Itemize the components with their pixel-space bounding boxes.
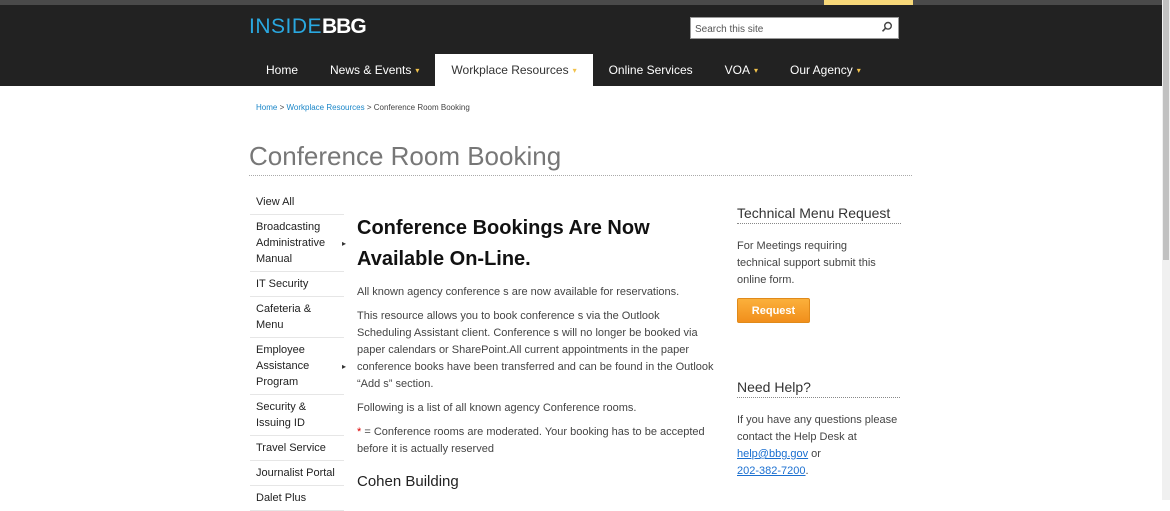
nav-item-online-services[interactable]: Online Services: [593, 54, 709, 86]
content-heading: Conference Bookings Are Now Available On…: [357, 217, 650, 270]
sidebar-item-label: Cafeteria & Menu: [256, 303, 312, 331]
header-top-strip: [0, 0, 1162, 5]
content-paragraph: This resource allows you to book confere…: [357, 310, 714, 390]
request-button[interactable]: Request: [737, 298, 810, 323]
moderation-text: = Conference rooms are moderated. Your b…: [357, 426, 705, 455]
chevron-right-icon: ▸: [341, 239, 346, 248]
nav-label: Workplace Resources: [451, 63, 569, 77]
sidebar-item-label: Dalet Plus: [256, 492, 307, 504]
breadcrumb-separator: >: [279, 103, 285, 112]
sidebar-item-security-id[interactable]: Security & Issuing ID: [250, 395, 344, 436]
sidebar-item-label: Employee Assistance Program: [256, 344, 310, 388]
nav-label: Our Agency: [790, 63, 853, 77]
search-input[interactable]: [693, 20, 877, 38]
nav-label: News & Events: [330, 63, 412, 77]
sidebar-item-label: Broadcasting Administrative Manual: [256, 221, 326, 265]
sidebar-item-cafeteria[interactable]: Cafeteria & Menu: [250, 297, 344, 338]
logo-inside-text: INSIDE: [249, 15, 323, 38]
sidebar-item-broadcasting-manual[interactable]: Broadcasting Administrative Manual ▸: [250, 215, 346, 272]
search-icon[interactable]: [881, 21, 893, 33]
help-phone-link[interactable]: 202-382-7200: [737, 465, 806, 477]
title-divider: [249, 175, 912, 176]
content-paragraph: Following is a list of all known agency …: [357, 402, 637, 414]
help-text: If you have any questions please contact…: [737, 412, 905, 480]
nav-item-home[interactable]: Home: [250, 54, 314, 86]
nav-item-workplace-resources[interactable]: Workplace Resources ▾: [435, 54, 593, 86]
chevron-down-icon: ▾: [856, 66, 861, 75]
sidebar-item-label: Travel Service: [256, 442, 326, 454]
tech-request-text: For Meetings requiring technical support…: [737, 240, 876, 286]
sidebar-item-travel-service[interactable]: Travel Service: [250, 436, 344, 461]
breadcrumb-current: Conference Room Booking: [373, 103, 470, 112]
sidebar-item-view-all[interactable]: View All: [250, 190, 344, 215]
page-title: Conference Room Booking: [249, 141, 562, 171]
building-heading: Cohen Building: [357, 473, 459, 490]
sidebar-item-dalet-plus[interactable]: Dalet Plus: [250, 486, 344, 511]
sidebar-item-label: IT Security: [256, 278, 309, 290]
breadcrumb-home-link[interactable]: Home: [256, 103, 277, 112]
logo-bbg-text: BBG: [322, 15, 367, 38]
chevron-down-icon: ▾: [415, 66, 420, 75]
moderation-note: * = Conference rooms are moderated. Your…: [357, 424, 717, 458]
content-paragraph: All known agency conference s are now av…: [357, 286, 680, 298]
sidebar-item-label: Journalist Portal: [256, 467, 335, 479]
sidebar-item-it-security[interactable]: IT Security: [250, 272, 344, 297]
nav-label: Online Services: [608, 63, 693, 77]
breadcrumb-section-link[interactable]: Workplace Resources: [286, 103, 364, 112]
help-title: Need Help?: [737, 379, 900, 398]
sidebar-nav: View All Broadcasting Administrative Man…: [250, 190, 346, 511]
sidebar-item-employee-assistance[interactable]: Employee Assistance Program ▸: [250, 338, 346, 395]
sidebar-item-journalist-portal[interactable]: Journalist Portal: [250, 461, 344, 486]
page-scrollbar-thumb[interactable]: [1163, 0, 1169, 260]
main-content: Conference Bookings Are Now Available On…: [357, 213, 717, 490]
search-box: [690, 17, 899, 39]
header-accent-tab: [824, 0, 913, 5]
help-email-link[interactable]: help@bbg.gov: [737, 448, 808, 460]
chevron-right-icon: ▸: [341, 362, 346, 371]
help-or: or: [808, 448, 821, 460]
sidebar-item-label: View All: [256, 196, 295, 208]
nav-item-news-events[interactable]: News & Events ▾: [314, 54, 435, 86]
chevron-down-icon: ▾: [753, 66, 758, 75]
nav-item-voa[interactable]: VOA ▾: [709, 54, 774, 86]
help-intro: If you have any questions please contact…: [737, 414, 898, 443]
site-logo[interactable]: INSIDEBBG: [249, 15, 367, 38]
nav-label: Home: [266, 63, 299, 77]
breadcrumb-separator: >: [366, 103, 372, 112]
sidebar-item-label: Security & Issuing ID: [256, 401, 307, 429]
nav-label: VOA: [724, 63, 750, 77]
breadcrumb: Home > Workplace Resources > Conference …: [256, 103, 470, 112]
main-nav: Home News & Events ▾ Workplace Resources ▾…: [250, 54, 877, 86]
chevron-down-icon: ▾: [572, 66, 577, 75]
help-end: .: [805, 465, 809, 477]
nav-item-our-agency[interactable]: Our Agency ▾: [774, 54, 877, 86]
tech-request-title: Technical Menu Request: [737, 205, 901, 224]
